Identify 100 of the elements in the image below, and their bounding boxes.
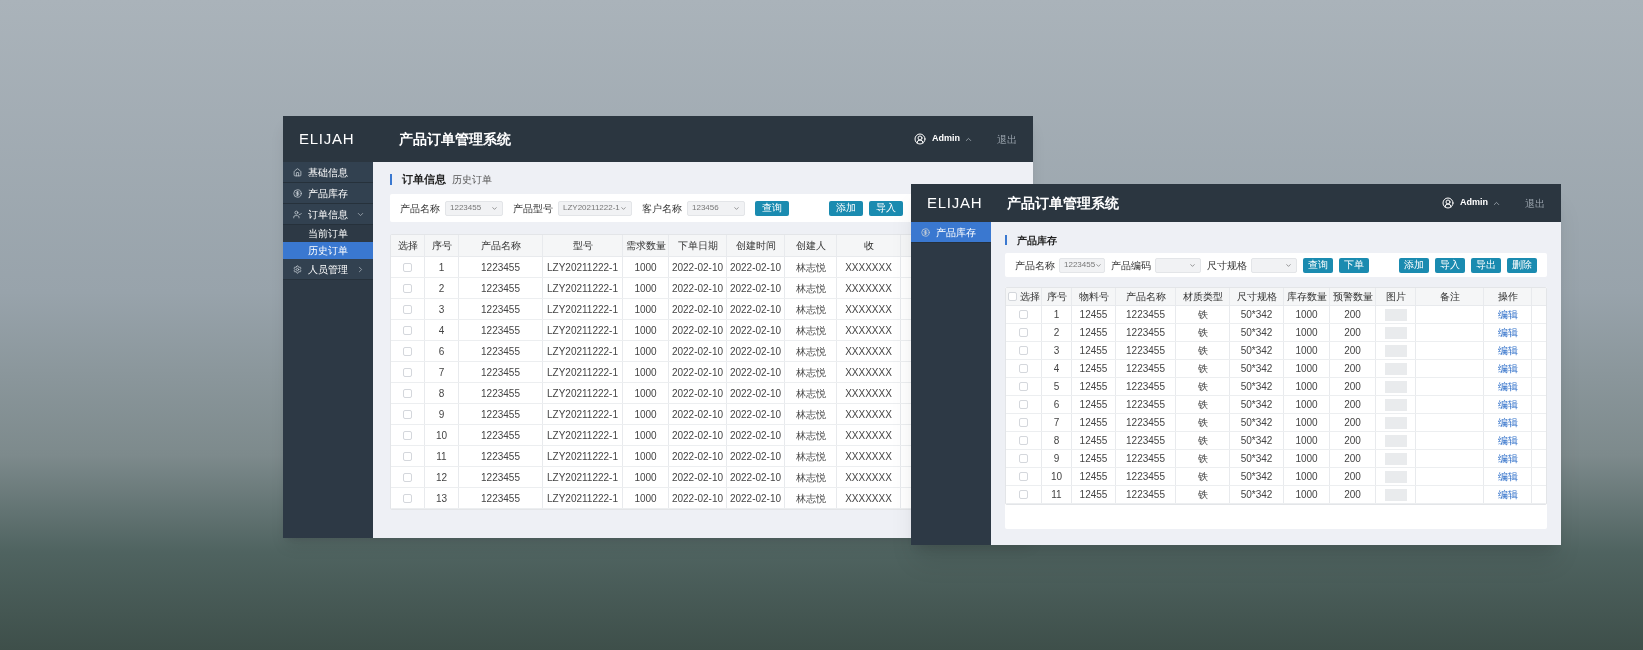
table-cell-text: 5 xyxy=(1053,380,1060,394)
table-cell-text: XXXXXXX xyxy=(845,428,892,443)
edit-link[interactable]: 编辑 xyxy=(1497,361,1518,376)
user-avatar-icon xyxy=(1442,197,1454,209)
checkbox[interactable] xyxy=(1019,382,1028,391)
sidebar-item[interactable]: 产品库存 xyxy=(911,222,991,243)
checkbox[interactable] xyxy=(1019,436,1028,445)
table-cell-text: 1000 xyxy=(1295,452,1318,466)
table-cell-text: 12455 xyxy=(1079,398,1108,412)
table-cell-text: 1000 xyxy=(1295,344,1318,358)
checkbox[interactable] xyxy=(1019,454,1028,463)
column-header: 选择 xyxy=(1019,290,1040,304)
checkbox[interactable] xyxy=(403,409,412,419)
user-name[interactable]: Admin xyxy=(932,132,960,146)
table-cell-text: 1223455 xyxy=(481,260,520,275)
edit-link[interactable]: 编辑 xyxy=(1497,379,1518,394)
logout-link[interactable]: 退出 xyxy=(997,131,1017,147)
checkbox[interactable] xyxy=(1019,328,1028,337)
checkbox[interactable] xyxy=(403,304,412,314)
column-header: 收 xyxy=(863,239,874,253)
checkbox[interactable] xyxy=(403,451,412,461)
table-cell-text: 1000 xyxy=(1295,308,1318,322)
table-cell-text: 1000 xyxy=(1295,326,1318,340)
edit-link[interactable]: 编辑 xyxy=(1497,325,1518,340)
checkbox[interactable] xyxy=(1019,310,1028,319)
action-button[interactable]: 查询 xyxy=(755,200,789,216)
sidebar-item[interactable]: 产品库存 xyxy=(283,183,373,204)
sidebar-item[interactable]: 基础信息 xyxy=(283,162,373,183)
checkbox[interactable] xyxy=(403,388,412,398)
table-cell-text: 铁 xyxy=(1197,452,1208,466)
table-cell-text: 1223455 xyxy=(481,491,520,506)
checkbox[interactable] xyxy=(1019,418,1028,427)
table-cell-text: 林志悦 xyxy=(795,449,826,464)
table-cell-text: 2022-02-10 xyxy=(671,449,724,464)
table-cell-text: 2022-02-10 xyxy=(671,281,724,296)
checkbox[interactable] xyxy=(1019,364,1028,373)
edit-link[interactable]: 编辑 xyxy=(1497,415,1518,430)
table-cell-text: 1000 xyxy=(1295,470,1318,484)
filter-label: 产品编码 xyxy=(1111,258,1152,273)
logout-link[interactable]: 退出 xyxy=(1525,195,1545,211)
select-field[interactable]: 1223455 xyxy=(445,200,503,216)
select-field[interactable] xyxy=(1155,257,1201,273)
checkbox[interactable] xyxy=(1019,400,1028,409)
table-cell-text: 2022-02-10 xyxy=(729,386,782,401)
user-name[interactable]: Admin xyxy=(1460,196,1488,210)
table-cell-text: 1223455 xyxy=(1126,380,1165,394)
action-button[interactable]: 查询 xyxy=(1303,257,1333,273)
table-cell-text: LZY20211222-1 xyxy=(547,323,618,338)
table-cell-text: 林志悦 xyxy=(795,281,826,296)
checkbox[interactable] xyxy=(1019,346,1028,355)
table-cell-text: 1000 xyxy=(634,491,657,506)
table-cell-text: 50*342 xyxy=(1240,398,1273,412)
filter-label: 产品型号 xyxy=(513,201,554,216)
checkbox[interactable] xyxy=(1019,472,1028,481)
table-cell-text: 50*342 xyxy=(1240,434,1273,448)
select-field[interactable] xyxy=(1251,257,1297,273)
edit-link[interactable]: 编辑 xyxy=(1497,451,1518,466)
table-cell-text: 7 xyxy=(1053,416,1060,430)
select-field[interactable]: 1223455 xyxy=(1059,257,1105,273)
table-cell-text: XXXXXXX xyxy=(845,491,892,506)
checkbox[interactable] xyxy=(1019,490,1028,499)
edit-link[interactable]: 编辑 xyxy=(1497,343,1518,358)
checkbox[interactable] xyxy=(403,283,412,293)
table-cell-text: LZY20211222-1 xyxy=(547,302,618,317)
edit-link[interactable]: 编辑 xyxy=(1497,487,1518,502)
title-accent-bar xyxy=(390,173,392,185)
sidebar-item[interactable]: 人员管理 xyxy=(283,259,373,280)
checkbox[interactable] xyxy=(1007,292,1017,301)
table-cell-text: 铁 xyxy=(1197,470,1208,484)
edit-link[interactable]: 编辑 xyxy=(1497,469,1518,484)
checkbox[interactable] xyxy=(403,493,412,503)
edit-link[interactable]: 编辑 xyxy=(1497,397,1518,412)
action-button[interactable]: 下单 xyxy=(1339,257,1369,273)
checkbox[interactable] xyxy=(403,430,412,440)
action-button[interactable]: 添加 xyxy=(829,200,863,216)
action-button[interactable]: 删除 xyxy=(1507,257,1537,273)
chevron-icon[interactable] xyxy=(356,264,365,274)
table-cell-text: 12455 xyxy=(1079,380,1108,394)
select-field[interactable]: LZY20211222-1 xyxy=(558,200,632,216)
column-header: 需求数量 xyxy=(625,239,666,253)
table-cell-text: 2022-02-10 xyxy=(671,260,724,275)
checkbox[interactable] xyxy=(403,262,412,272)
sidebar-subitem[interactable]: 历史订单 xyxy=(283,242,373,259)
action-button[interactable]: 导入 xyxy=(1435,257,1465,273)
action-button[interactable]: 导出 xyxy=(1471,257,1501,273)
sidebar-item-icon xyxy=(293,209,302,219)
action-button[interactable]: 添加 xyxy=(1399,257,1429,273)
edit-link[interactable]: 编辑 xyxy=(1497,307,1518,322)
checkbox[interactable] xyxy=(403,472,412,482)
sidebar-item[interactable]: 订单信息 xyxy=(283,204,373,225)
action-button[interactable]: 导入 xyxy=(869,200,903,216)
select-field[interactable]: 123456 xyxy=(687,200,745,216)
checkbox[interactable] xyxy=(403,325,412,335)
checkbox[interactable] xyxy=(403,346,412,356)
checkbox[interactable] xyxy=(403,367,412,377)
column-header: 产品名称 xyxy=(1125,290,1166,304)
edit-link[interactable]: 编辑 xyxy=(1497,433,1518,448)
table-cell-text: 铁 xyxy=(1197,362,1208,376)
table-cell-text: 林志悦 xyxy=(795,344,826,359)
table-cell-text: 50*342 xyxy=(1240,452,1273,466)
